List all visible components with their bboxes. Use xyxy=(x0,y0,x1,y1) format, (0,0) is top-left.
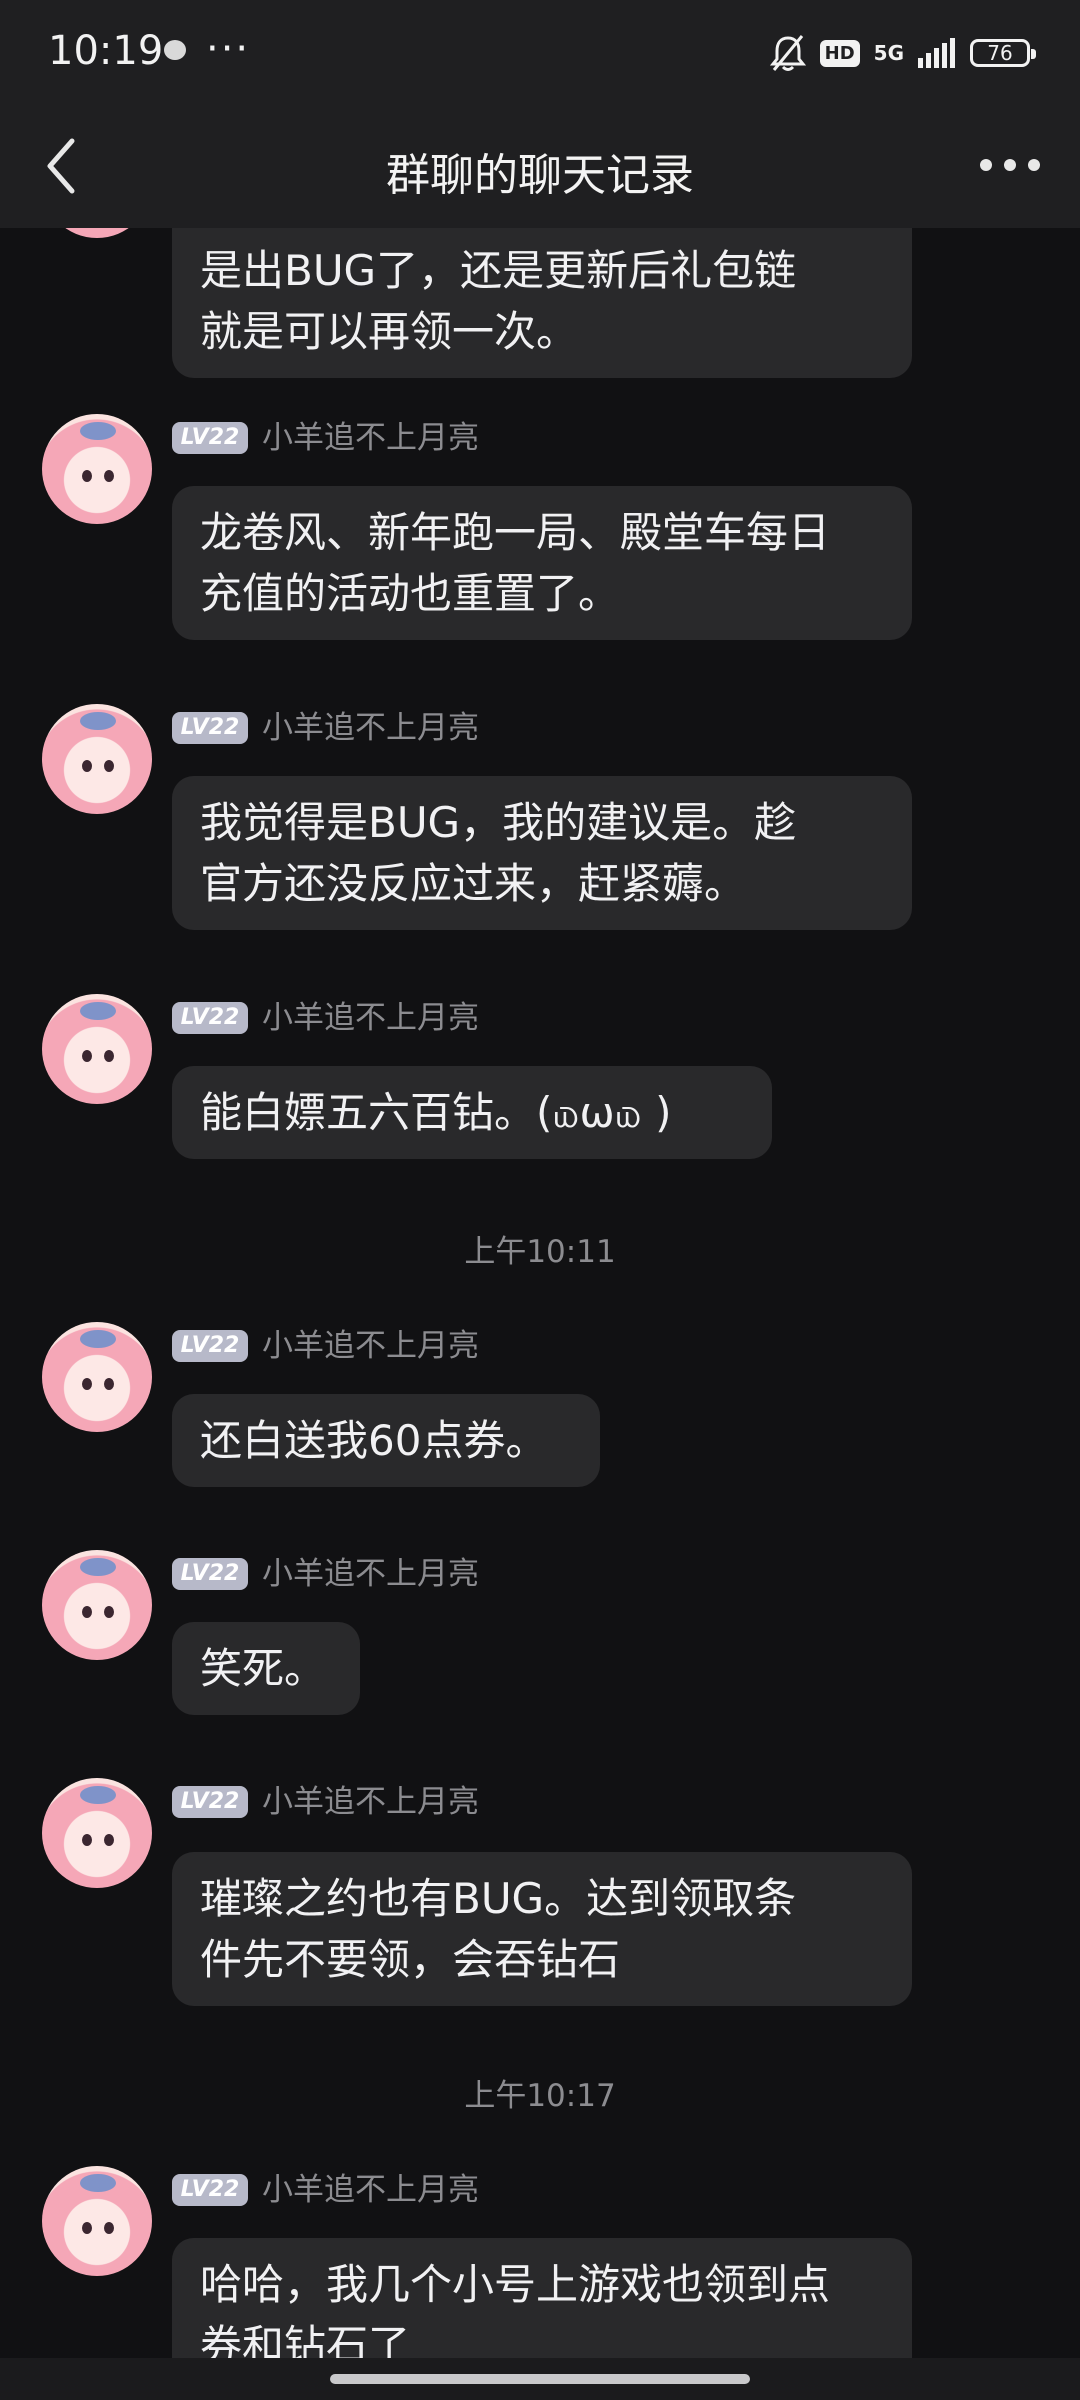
avatar[interactable] xyxy=(42,2166,152,2276)
level-badge: LV22 xyxy=(172,1002,248,1034)
status-icons: HD 5G 76 xyxy=(769,30,1036,76)
sender-name: 小羊追不上月亮 xyxy=(262,2172,479,2208)
sender-name: 小羊追不上月亮 xyxy=(262,1328,479,1364)
avatar[interactable] xyxy=(42,994,152,1104)
message-timestamp: 上午10:11 xyxy=(464,1234,616,1270)
page-title: 群聊的聊天记录 xyxy=(386,150,694,201)
level-badge: LV22 xyxy=(172,422,248,454)
message-bubble[interactable]: 我觉得是BUG，我的建议是。趁 官方还没反应过来，赶紧薅。 xyxy=(172,776,912,930)
home-indicator[interactable] xyxy=(330,2374,750,2384)
more-options-icon[interactable] xyxy=(974,145,1046,185)
nav-bar: 群聊的聊天记录 xyxy=(0,105,1080,228)
chat-history[interactable]: 是出BUG了，还是更新后礼包链 就是可以再领一次。 LV22 小羊追不上月亮 龙… xyxy=(0,228,1080,2358)
message-bubble[interactable]: 是出BUG了，还是更新后礼包链 就是可以再领一次。 xyxy=(172,228,912,378)
level-badge: LV22 xyxy=(172,2174,248,2206)
status-time: 10:19 xyxy=(48,28,164,74)
hd-icon: HD xyxy=(819,39,860,67)
bell-muted-icon xyxy=(769,35,806,71)
message-bubble[interactable]: 笑死。 xyxy=(172,1622,360,1715)
avatar[interactable] xyxy=(42,704,152,814)
sender-name: 小羊追不上月亮 xyxy=(262,1000,479,1036)
avatar[interactable] xyxy=(42,414,152,524)
network-type: 5G xyxy=(873,41,904,65)
avatar[interactable] xyxy=(42,1322,152,1432)
sender-name: 小羊追不上月亮 xyxy=(262,1784,479,1820)
level-badge: LV22 xyxy=(172,712,248,744)
status-bar: 10:19 ··· HD 5G 76 xyxy=(0,0,1080,105)
message-bubble[interactable]: 哈哈，我几个小号上游戏也领到点 券和钻石了 xyxy=(172,2238,912,2358)
sender-name: 小羊追不上月亮 xyxy=(262,710,479,746)
app-notification-icon xyxy=(164,40,186,60)
message-bubble[interactable]: 龙卷风、新年跑一局、殿堂车每日 充值的活动也重置了。 xyxy=(172,486,912,640)
level-badge: LV22 xyxy=(172,1786,248,1818)
battery-icon: 76 xyxy=(970,39,1036,67)
message-bubble[interactable]: 还白送我60点券。 xyxy=(172,1394,600,1487)
avatar[interactable] xyxy=(42,228,152,238)
level-badge: LV22 xyxy=(172,1330,248,1362)
sender-name: 小羊追不上月亮 xyxy=(262,1556,479,1592)
avatar[interactable] xyxy=(42,1550,152,1660)
avatar[interactable] xyxy=(42,1778,152,1888)
level-badge: LV22 xyxy=(172,1558,248,1590)
message-bubble[interactable]: 能白嫖五六百钻。(௰ω௰ ) xyxy=(172,1066,772,1159)
sender-name: 小羊追不上月亮 xyxy=(262,420,479,456)
message-bubble[interactable]: 璀璨之约也有BUG。达到领取条 件先不要领，会吞钻石 xyxy=(172,1852,912,2006)
message-timestamp: 上午10:17 xyxy=(464,2078,616,2114)
signal-icon xyxy=(918,38,955,68)
more-notifications-icon: ··· xyxy=(206,26,251,72)
